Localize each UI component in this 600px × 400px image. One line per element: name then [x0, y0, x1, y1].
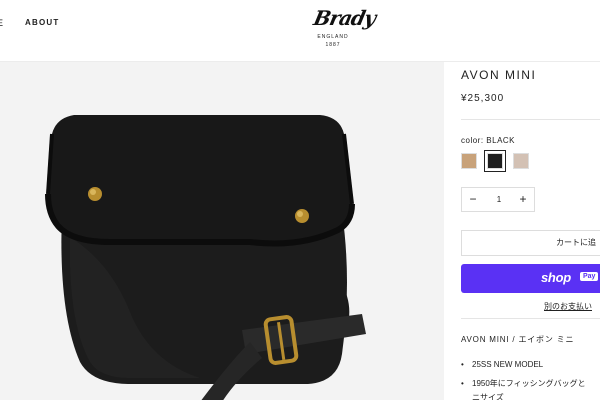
quantity-stepper: − 1 +: [461, 187, 535, 212]
product-info-panel: AVON MINI ¥25,300 color: BLACK − 1 + カート…: [444, 62, 600, 400]
bullet-continuation: ニサイズ: [472, 393, 504, 400]
shop-pay-badge: Pay: [580, 272, 599, 281]
swatch-tan[interactable]: [461, 153, 477, 169]
add-to-cart-label: カートに追: [556, 238, 596, 247]
other-payment-link[interactable]: 別のお支払い: [544, 301, 592, 312]
quantity-decrease-button[interactable]: −: [462, 188, 484, 211]
color-label: color: BLACK: [461, 136, 516, 145]
nav-item-partial[interactable]: E: [0, 18, 4, 28]
swatch-black[interactable]: [484, 150, 506, 172]
add-to-cart-button[interactable]: カートに追: [461, 230, 600, 256]
logo-year: 1887: [325, 42, 341, 48]
shop-pay-button[interactable]: shop Pay: [461, 264, 600, 293]
logo-country: ENGLAND: [317, 34, 349, 40]
nav-item-about[interactable]: ABOUT: [25, 18, 59, 27]
bullet-text: 1950年にフィッシングバッグと: [472, 379, 586, 388]
brand-logo[interactable]: Brady ENGLAND 1887: [308, 6, 377, 56]
product-price: ¥25,300: [461, 93, 505, 104]
description-bullet: • 25SS NEW MODEL: [461, 360, 544, 369]
shop-pay-logo: shop: [541, 270, 571, 285]
product-title: AVON MINI: [461, 68, 537, 82]
bullet-text: 25SS NEW MODEL: [472, 360, 544, 369]
logo-script: Brady: [311, 6, 378, 30]
quantity-increase-button[interactable]: +: [512, 188, 534, 211]
site-header: E ABOUT Brady ENGLAND 1887: [0, 0, 600, 62]
description-title: AVON MINI / エイボン ミニ: [461, 335, 575, 344]
product-image-bag: [45, 115, 366, 400]
product-image-gallery[interactable]: [0, 62, 444, 400]
divider: [461, 318, 600, 319]
description-bullet: • 1950年にフィッシングバッグと: [461, 379, 586, 388]
quantity-value[interactable]: 1: [484, 188, 514, 211]
divider: [461, 119, 600, 120]
swatch-beige[interactable]: [513, 153, 529, 169]
